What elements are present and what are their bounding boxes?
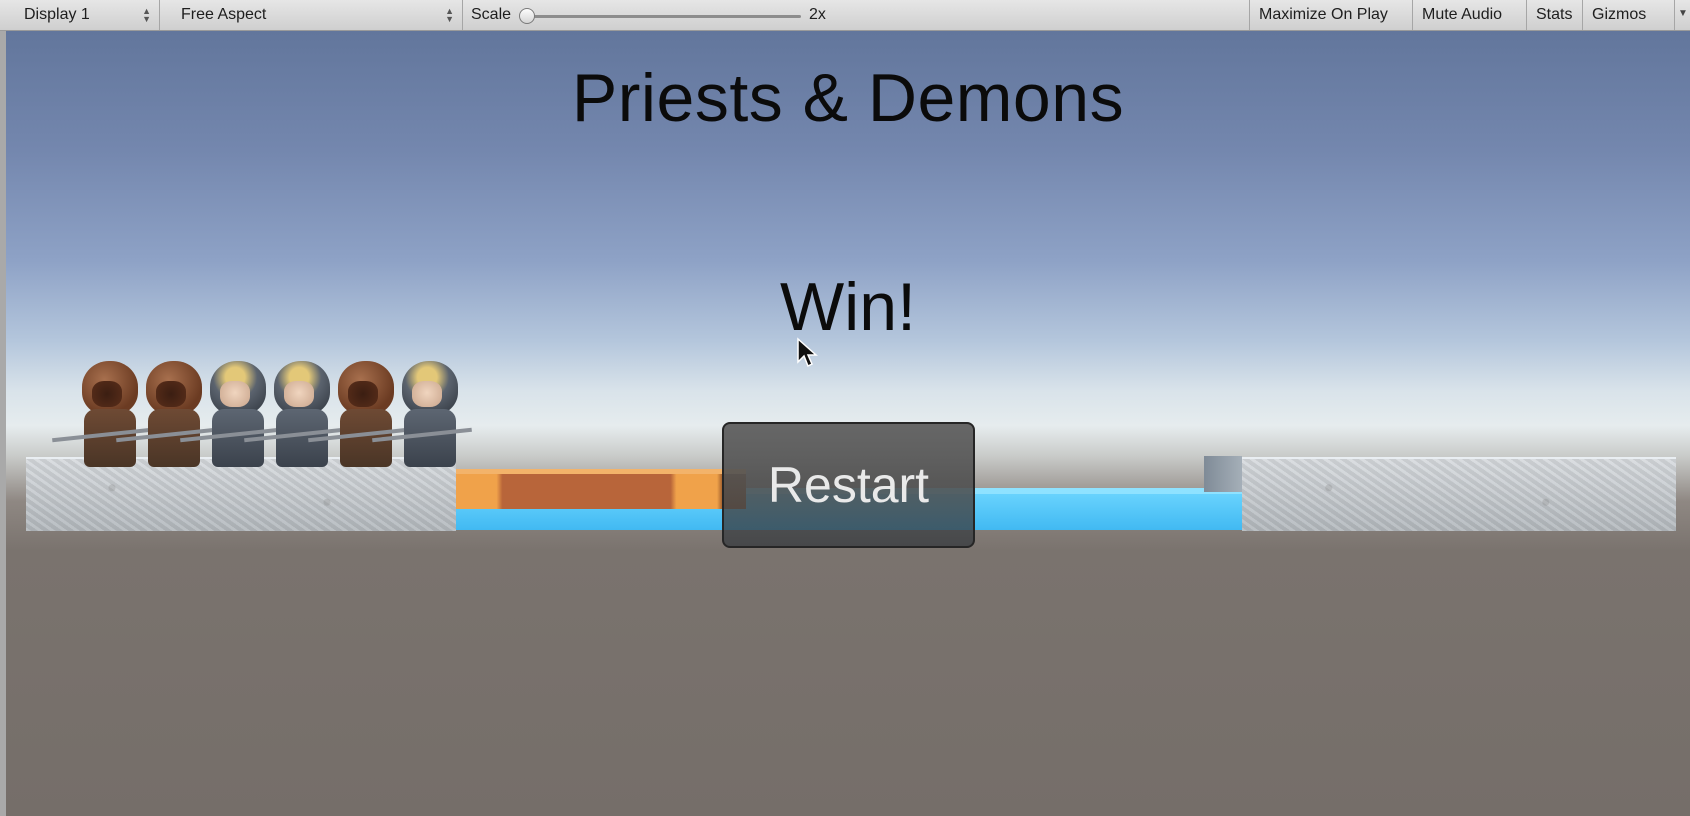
- game-view-toolbar: Display 1 ▲ ▼ Free Aspect ▲ ▼ Scale 2x Max…: [0, 0, 1690, 31]
- priest-face: [412, 381, 442, 407]
- priest-character[interactable]: [372, 361, 472, 469]
- maximize-on-play-toggle[interactable]: Maximize On Play: [1249, 0, 1397, 30]
- mute-audio-toggle[interactable]: Mute Audio: [1412, 0, 1511, 30]
- game-status: Win!: [780, 269, 916, 345]
- mouse-cursor-icon: [797, 337, 818, 368]
- restart-button[interactable]: Restart: [722, 422, 975, 548]
- right-bank-edge: [1204, 456, 1242, 492]
- demon-face: [348, 381, 378, 407]
- scale-label: Scale: [471, 6, 512, 23]
- gizmos-toggle[interactable]: Gizmos: [1582, 0, 1655, 30]
- scale-slider-thumb[interactable]: [519, 8, 535, 24]
- dropdown-arrows-icon: ▲ ▼: [445, 6, 454, 24]
- aspect-dropdown[interactable]: Free Aspect ▲ ▼: [171, 0, 463, 30]
- scale-value: 2x: [809, 6, 826, 23]
- right-bank: [1242, 457, 1676, 531]
- display-dropdown[interactable]: Display 1 ▲ ▼: [14, 0, 160, 30]
- scale-control: Scale 2x: [463, 0, 850, 30]
- gizmos-menu-arrow-icon[interactable]: ▼: [1674, 0, 1690, 30]
- game-title: Priests & Demons: [571, 60, 1125, 136]
- aspect-dropdown-label: Free Aspect: [181, 6, 267, 23]
- priest-face: [220, 381, 250, 407]
- boat[interactable]: [456, 471, 746, 509]
- display-dropdown-label: Display 1: [24, 6, 90, 23]
- game-viewport[interactable]: Priests & Demons Win! Restart: [6, 31, 1690, 816]
- boat-deck: [456, 469, 746, 474]
- stats-toggle[interactable]: Stats: [1526, 0, 1581, 30]
- demon-face: [156, 381, 186, 407]
- scale-slider-track[interactable]: [525, 15, 801, 18]
- demon-face: [92, 381, 122, 407]
- dropdown-arrows-icon: ▲ ▼: [142, 6, 151, 24]
- priest-face: [284, 381, 314, 407]
